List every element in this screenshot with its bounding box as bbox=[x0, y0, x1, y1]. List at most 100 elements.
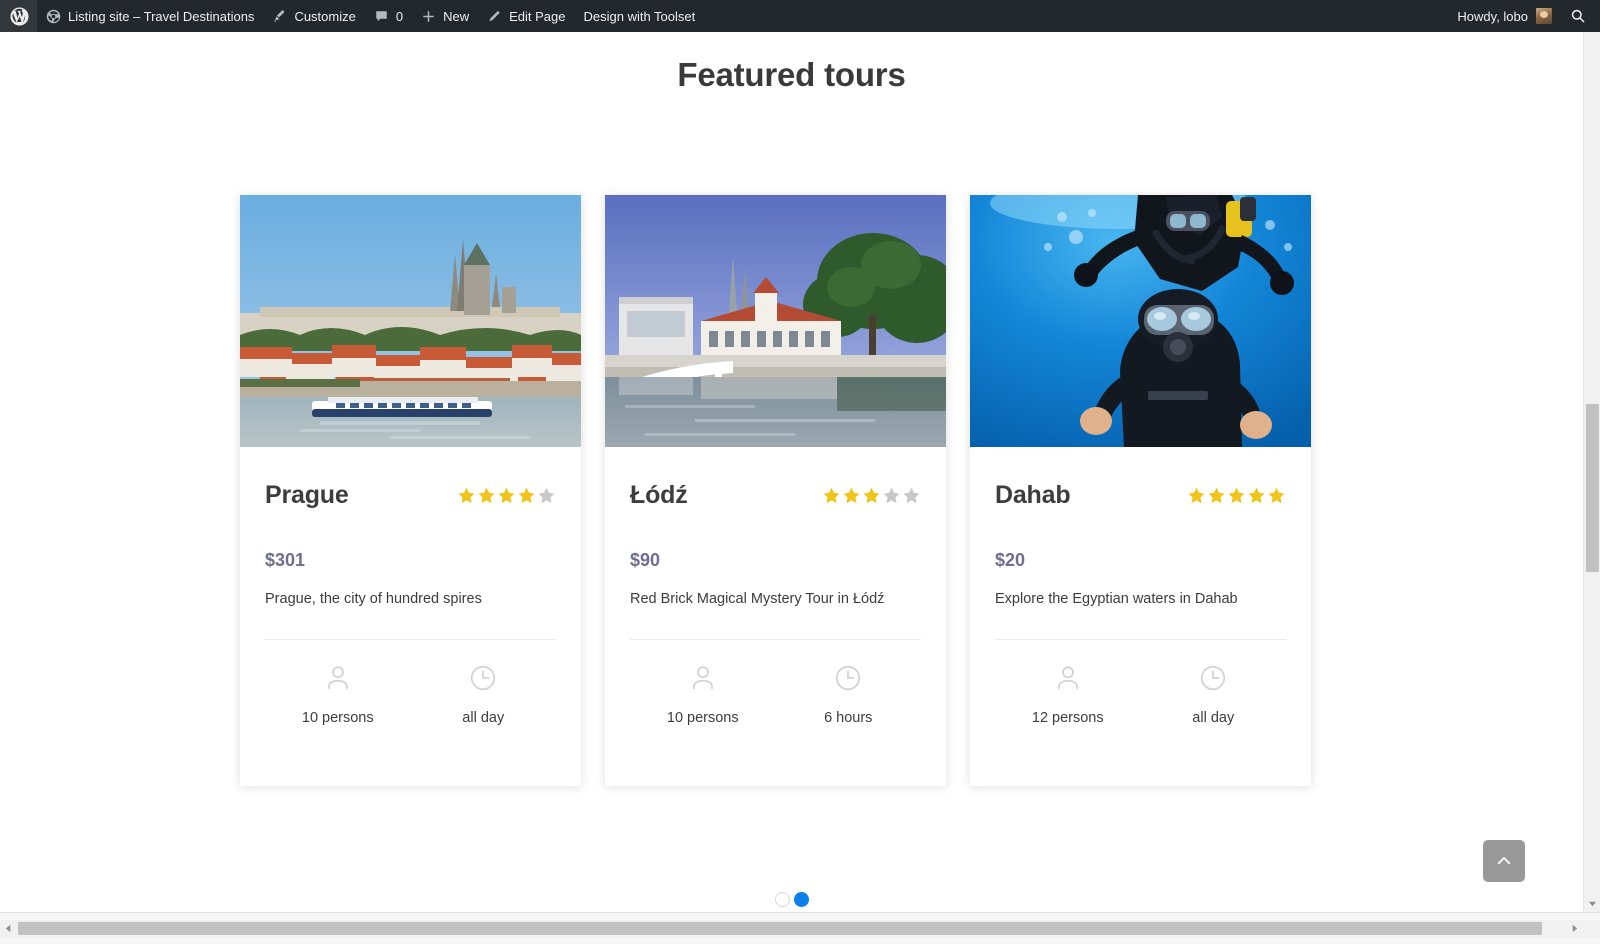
tour-card-body: Dahab $20 Explore the Egyptian waters in… bbox=[970, 447, 1311, 786]
star-icon bbox=[477, 486, 496, 505]
customize-label: Customize bbox=[294, 9, 355, 24]
comment-bubble-icon bbox=[374, 9, 389, 24]
horizontal-scrollbar-thumb[interactable] bbox=[18, 922, 1542, 935]
tour-price: $20 bbox=[995, 550, 1286, 571]
scroll-down-arrow[interactable] bbox=[1584, 895, 1600, 912]
tour-card-image[interactable] bbox=[970, 195, 1311, 447]
clock-icon bbox=[468, 663, 498, 693]
wordpress-logo-button[interactable] bbox=[0, 0, 37, 32]
search-button[interactable] bbox=[1562, 0, 1600, 32]
divider bbox=[995, 639, 1286, 640]
star-icon bbox=[1187, 486, 1206, 505]
star-icon bbox=[1207, 486, 1226, 505]
caret-right-icon bbox=[1570, 924, 1579, 933]
vertical-scrollbar[interactable] bbox=[1583, 32, 1600, 912]
star-icon bbox=[842, 486, 861, 505]
caret-left-icon bbox=[4, 924, 13, 933]
star-icon bbox=[1227, 486, 1246, 505]
person-icon bbox=[323, 663, 353, 693]
new-content-button[interactable]: New bbox=[412, 0, 478, 32]
caret-down-icon bbox=[1588, 899, 1597, 908]
star-icon bbox=[497, 486, 516, 505]
vertical-scrollbar-thumb[interactable] bbox=[1586, 404, 1599, 572]
tour-card-header: Dahab bbox=[995, 471, 1286, 519]
tour-card-header: Łódź bbox=[630, 471, 921, 519]
star-icon bbox=[517, 486, 536, 505]
carousel-dot-active[interactable] bbox=[794, 892, 809, 907]
tour-title: Prague bbox=[265, 481, 349, 510]
person-icon bbox=[1053, 663, 1083, 693]
wp-admin-bar: Listing site – Travel Destinations Custo… bbox=[0, 0, 1600, 32]
star-icon bbox=[457, 486, 476, 505]
meta-duration: all day bbox=[411, 663, 557, 726]
comments-button[interactable]: 0 bbox=[365, 0, 412, 32]
tour-meta: 10 persons 6 hours bbox=[630, 663, 921, 786]
divider bbox=[630, 639, 921, 640]
star-icon-empty bbox=[882, 486, 901, 505]
carousel-pagination bbox=[0, 892, 1583, 907]
clock-icon bbox=[1198, 663, 1228, 693]
star-icon bbox=[1267, 486, 1286, 505]
tour-card-body: Prague $301 Prague, the city of hundred … bbox=[240, 447, 581, 786]
scroll-to-top-button[interactable] bbox=[1483, 840, 1525, 882]
meta-label: all day bbox=[462, 710, 504, 726]
featured-tours-carousel: Prague $301 Prague, the city of hundred … bbox=[240, 195, 1311, 786]
page-viewport: Featured tours bbox=[0, 32, 1583, 912]
rating-stars[interactable] bbox=[457, 486, 556, 505]
meta-label: 10 persons bbox=[302, 710, 374, 726]
wordpress-logo-icon bbox=[10, 7, 29, 26]
user-account-menu[interactable]: Howdy, lobo bbox=[1443, 0, 1562, 32]
carousel-dot[interactable] bbox=[775, 892, 790, 907]
meta-label: 12 persons bbox=[1032, 710, 1104, 726]
tour-card[interactable]: Łódź $90 Red Brick Magical Mystery Tour … bbox=[605, 195, 946, 786]
plus-icon bbox=[421, 9, 436, 24]
star-icon-empty bbox=[537, 486, 556, 505]
horizontal-scrollbar[interactable] bbox=[0, 912, 1600, 944]
scroll-left-arrow[interactable] bbox=[0, 920, 17, 937]
tour-title: Łódź bbox=[630, 481, 688, 510]
tour-price: $301 bbox=[265, 550, 556, 571]
tour-card-image[interactable] bbox=[605, 195, 946, 447]
scroll-right-arrow[interactable] bbox=[1566, 920, 1583, 937]
howdy-label: Howdy, lobo bbox=[1457, 9, 1528, 24]
tour-meta: 12 persons all day bbox=[995, 663, 1286, 786]
rating-stars[interactable] bbox=[822, 486, 921, 505]
tour-description: Prague, the city of hundred spires bbox=[265, 589, 556, 609]
meta-duration: all day bbox=[1141, 663, 1287, 726]
admin-bar-left-group: Listing site – Travel Destinations Custo… bbox=[0, 0, 704, 32]
tour-meta: 10 persons all day bbox=[265, 663, 556, 786]
search-icon bbox=[1570, 8, 1586, 24]
meta-label: 10 persons bbox=[667, 710, 739, 726]
meta-persons: 10 persons bbox=[630, 663, 776, 726]
dashboard-icon bbox=[46, 9, 61, 24]
tour-card[interactable]: Prague $301 Prague, the city of hundred … bbox=[240, 195, 581, 786]
site-name-menu[interactable]: Listing site – Travel Destinations bbox=[37, 0, 263, 32]
divider bbox=[265, 639, 556, 640]
page-title: Featured tours bbox=[0, 56, 1583, 94]
tour-card-header: Prague bbox=[265, 471, 556, 519]
new-content-label: New bbox=[443, 9, 469, 24]
design-with-toolset-label: Design with Toolset bbox=[583, 9, 695, 24]
rating-stars[interactable] bbox=[1187, 486, 1286, 505]
star-icon bbox=[1247, 486, 1266, 505]
meta-persons: 10 persons bbox=[265, 663, 411, 726]
tour-price: $90 bbox=[630, 550, 921, 571]
tour-title: Dahab bbox=[995, 481, 1070, 510]
edit-page-button[interactable]: Edit Page bbox=[478, 0, 574, 32]
tour-card-body: Łódź $90 Red Brick Magical Mystery Tour … bbox=[605, 447, 946, 786]
design-with-toolset-button[interactable]: Design with Toolset bbox=[574, 0, 704, 32]
star-icon-empty bbox=[902, 486, 921, 505]
customize-button[interactable]: Customize bbox=[263, 0, 364, 32]
chevron-up-icon bbox=[1495, 852, 1513, 870]
meta-label: all day bbox=[1192, 710, 1234, 726]
site-name-label: Listing site – Travel Destinations bbox=[68, 9, 254, 24]
person-icon bbox=[688, 663, 718, 693]
star-icon bbox=[822, 486, 841, 505]
pencil-icon bbox=[487, 9, 502, 24]
tour-card[interactable]: Dahab $20 Explore the Egyptian waters in… bbox=[970, 195, 1311, 786]
tour-description: Red Brick Magical Mystery Tour in Łódź bbox=[630, 589, 921, 609]
meta-label: 6 hours bbox=[824, 710, 872, 726]
tour-card-image[interactable] bbox=[240, 195, 581, 447]
clock-icon bbox=[833, 663, 863, 693]
meta-duration: 6 hours bbox=[776, 663, 922, 726]
